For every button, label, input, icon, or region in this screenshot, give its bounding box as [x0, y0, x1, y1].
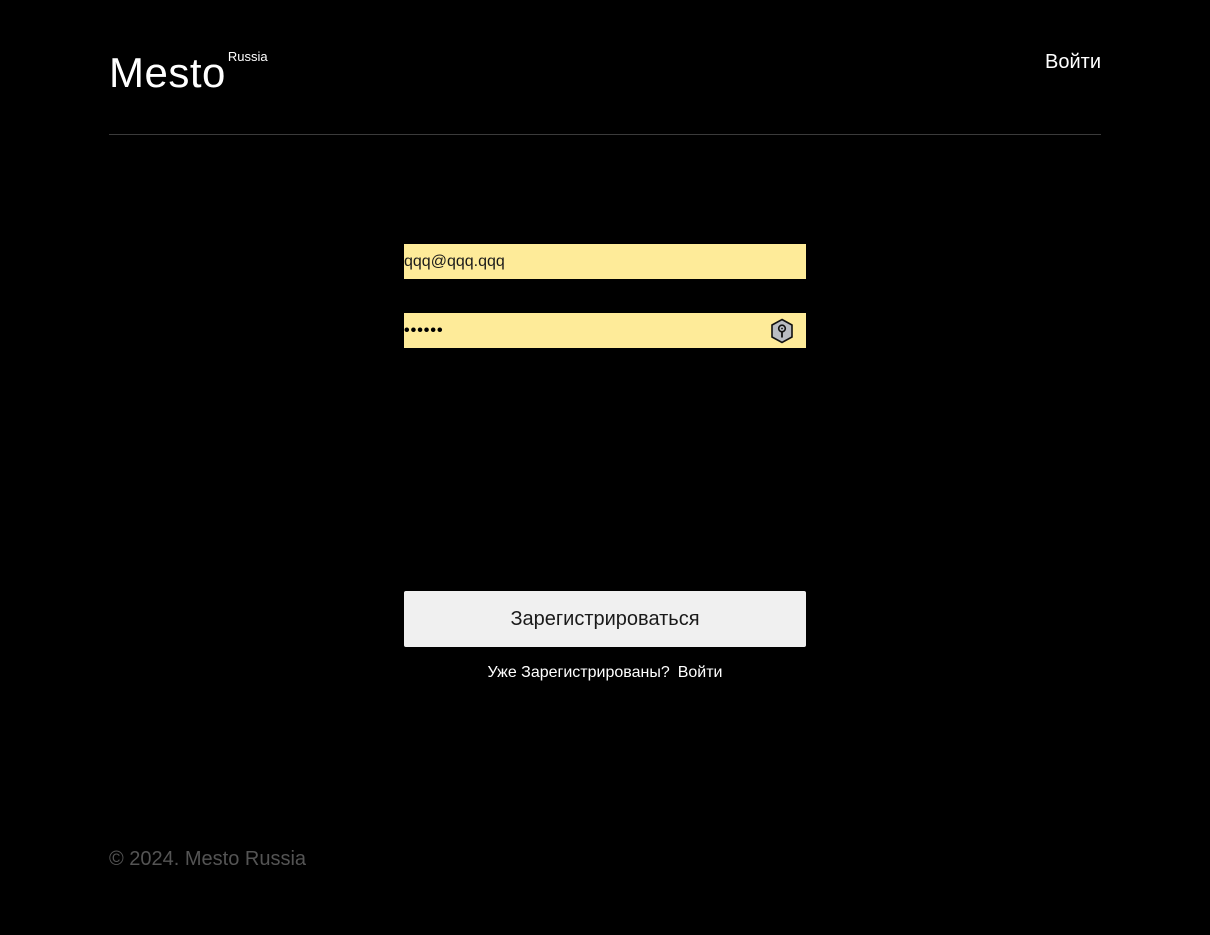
register-form: qqq@qqq.qqq ••••••: [404, 244, 806, 382]
header-login-link[interactable]: Войти: [1045, 50, 1101, 74]
register-page: Mesto Russia Войти qqq@qqq.qqq •••••• За…: [0, 0, 1210, 935]
email-field[interactable]: qqq@qqq.qqq: [404, 244, 806, 279]
site-header: Mesto Russia Войти: [109, 0, 1101, 135]
password-mask: ••••••: [404, 321, 444, 339]
signin-link[interactable]: Войти: [678, 664, 723, 681]
logo-text: Mesto: [109, 49, 226, 96]
register-button[interactable]: Зарегистрироваться: [404, 591, 806, 647]
email-field-wrapper: qqq@qqq.qqq: [404, 244, 806, 279]
signin-hint-text: Уже Зарегистрированы?: [487, 664, 670, 681]
logo-superscript: Russia: [227, 49, 268, 64]
logo: Mesto Russia: [109, 50, 268, 96]
password-field[interactable]: ••••••: [404, 313, 806, 348]
signin-hint: Уже Зарегистрированы? Войти: [404, 663, 806, 683]
footer-copyright: © 2024. Mesto Russia: [109, 848, 307, 870]
password-field-wrapper: ••••••: [404, 313, 806, 348]
key-icon[interactable]: [769, 318, 795, 344]
